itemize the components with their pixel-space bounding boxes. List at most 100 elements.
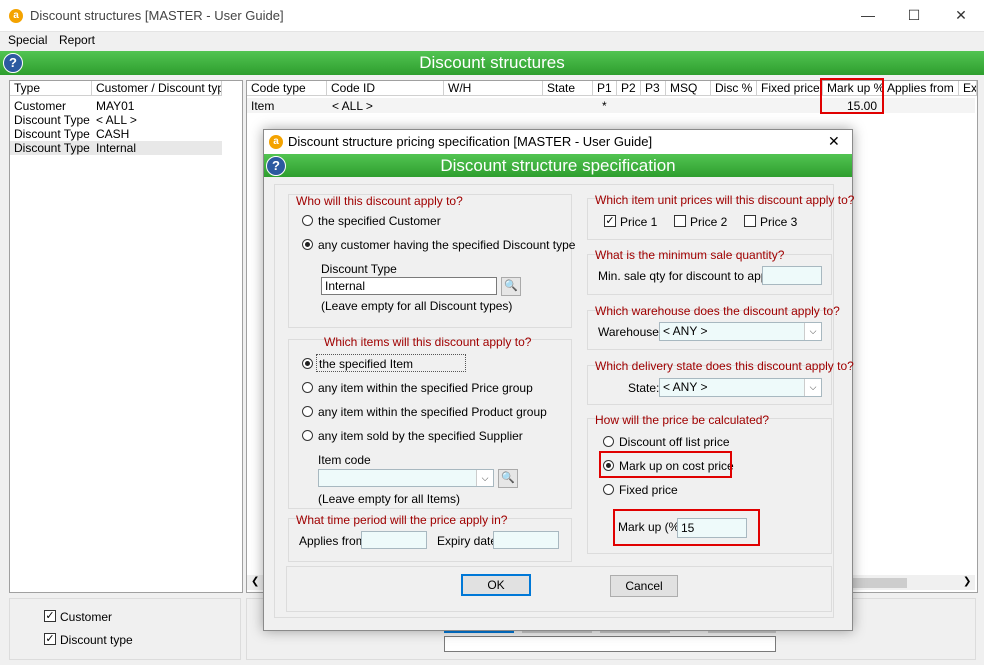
col-header-fixed-price[interactable]: Fixed price	[757, 81, 823, 96]
scroll-right-icon[interactable]: ❯	[963, 576, 971, 587]
radio-price-group[interactable]	[302, 382, 313, 393]
warehouse-value: < ANY >	[663, 324, 708, 338]
dialog-title: Discount structure pricing specification…	[288, 134, 653, 149]
discount-type-checkbox-label: Discount type	[60, 633, 133, 647]
list-item[interactable]: Discount Type	[14, 141, 90, 155]
col-header-disc[interactable]: Disc %	[711, 81, 757, 96]
left-list-panel: Type Customer / Discount type Customer M…	[9, 80, 243, 593]
item-code-hint: (Leave empty for all Items)	[318, 492, 461, 506]
col-header-code-type[interactable]: Code type	[247, 81, 327, 96]
expiry-date-input[interactable]	[493, 531, 559, 549]
help-icon[interactable]: ?	[3, 53, 23, 73]
markup-field-highlight	[613, 509, 760, 546]
discount-type-input[interactable]: Internal	[321, 277, 497, 295]
cell-p1: *	[602, 99, 607, 113]
discount-type-hint: (Leave empty for all Discount types)	[321, 299, 513, 313]
radio-fixed-price[interactable]	[603, 484, 614, 495]
col-header-code-id[interactable]: Code ID	[327, 81, 444, 96]
period-group-title: What time period will the price apply in…	[296, 513, 508, 527]
dialog-help-icon[interactable]: ?	[266, 156, 286, 176]
col-header-p1[interactable]: P1	[593, 81, 617, 96]
cancel-button[interactable]: Cancel	[610, 575, 678, 597]
list-item[interactable]: Customer	[14, 99, 66, 113]
price2-label: Price 2	[690, 215, 728, 229]
state-group-title: Which delivery state does this discount …	[595, 359, 854, 373]
label-discount-type: any customer having the specified Discou…	[318, 238, 576, 252]
label-specified-item: the specified Item	[316, 354, 466, 372]
col-header-type[interactable]: Type	[10, 81, 92, 96]
menu-special[interactable]: Special	[8, 33, 47, 47]
radio-discount-off-list[interactable]	[603, 436, 614, 447]
menu-report[interactable]: Report	[59, 33, 95, 47]
customer-checkbox[interactable]: ✓	[44, 610, 56, 622]
price1-label: Price 1	[620, 215, 658, 229]
dialog-header-bar: Discount structure specification	[264, 154, 852, 177]
cell-code-type: Item	[251, 99, 275, 113]
applies-from-input[interactable]	[361, 531, 427, 549]
radio-supplier[interactable]	[302, 430, 313, 441]
state-combo[interactable]: < ANY > ⌵	[659, 378, 822, 397]
warehouse-group-title: Which warehouse does the discount apply …	[595, 304, 840, 318]
who-group-title: Who will this discount apply to?	[296, 194, 463, 208]
list-item[interactable]: Internal	[96, 141, 136, 155]
label-discount-off-list: Discount off list price	[619, 435, 730, 449]
list-item[interactable]: Discount Type	[14, 127, 90, 141]
state-label: State:	[628, 381, 660, 395]
price3-label: Price 3	[760, 215, 798, 229]
col-header-p3[interactable]: P3	[641, 81, 666, 96]
chevron-down-icon[interactable]: ⌵	[804, 323, 821, 340]
radio-product-group[interactable]	[302, 406, 313, 417]
close-window-icon[interactable]: ✕	[938, 0, 984, 31]
col-header-wh[interactable]: W/H	[444, 81, 543, 96]
dialog-app-logo-icon: a	[269, 135, 283, 149]
list-item[interactable]: < ALL >	[96, 113, 137, 127]
minimize-icon[interactable]: —	[845, 0, 891, 31]
dialog-close-icon[interactable]: ✕	[828, 133, 840, 150]
col-header-p2[interactable]: P2	[617, 81, 641, 96]
price1-checkbox[interactable]: ✓	[604, 215, 616, 227]
radio-discount-type[interactable]	[302, 239, 313, 250]
chevron-down-icon[interactable]: ⌵	[476, 470, 493, 486]
item-code-lookup-icon[interactable]: 🔍	[498, 469, 518, 488]
state-value: < ANY >	[663, 380, 708, 394]
dialog-header-title: Discount structure specification	[440, 156, 676, 175]
item-code-field-label: Item code	[318, 453, 371, 467]
discount-type-checkbox[interactable]: ✓	[44, 633, 56, 645]
col-header-applies-from[interactable]: Applies from	[883, 81, 959, 96]
discount-type-lookup-icon[interactable]: 🔍	[501, 277, 521, 296]
list-item[interactable]: MAY01	[96, 99, 134, 113]
label-price-group: any item within the specified Price grou…	[318, 381, 533, 395]
cell-code-id: < ALL >	[332, 99, 373, 113]
list-item[interactable]: CASH	[96, 127, 129, 141]
filter-box	[9, 598, 241, 660]
pricing-spec-dialog: a Discount structure pricing specificati…	[263, 129, 855, 631]
scroll-left-icon[interactable]: ❮	[251, 576, 259, 587]
chevron-down-icon[interactable]: ⌵	[804, 379, 821, 396]
main-header-title: Discount structures	[419, 53, 565, 72]
warehouse-label: Warehouse:	[598, 325, 663, 339]
app-logo-icon: a	[9, 9, 23, 23]
prices-group-title: Which item unit prices will this discoun…	[595, 193, 855, 207]
label-product-group: any item within the specified Product gr…	[318, 405, 547, 419]
col-header-expiry[interactable]: Ex	[959, 81, 977, 96]
price3-checkbox[interactable]	[744, 215, 756, 227]
items-group-title: Which items will this discount apply to?	[324, 335, 532, 349]
radio-specified-item[interactable]	[302, 358, 313, 369]
min-qty-label: Min. sale qty for discount to apply:	[598, 269, 780, 283]
min-qty-input[interactable]	[762, 266, 822, 285]
list-item[interactable]: Discount Type	[14, 113, 90, 127]
min-qty-group-title: What is the minimum sale quantity?	[595, 248, 785, 262]
customer-checkbox-label: Customer	[60, 610, 113, 624]
radio-specified-customer[interactable]	[302, 215, 313, 226]
markup-option-highlight	[599, 451, 732, 478]
warehouse-combo[interactable]: < ANY > ⌵	[659, 322, 822, 341]
window-title: Discount structures [MASTER - User Guide…	[30, 8, 284, 23]
price2-checkbox[interactable]	[674, 215, 686, 227]
ok-button[interactable]: OK	[461, 574, 531, 596]
col-header-customer[interactable]: Customer / Discount type	[92, 81, 222, 96]
label-supplier: any item sold by the specified Supplier	[318, 429, 523, 443]
col-header-state[interactable]: State	[543, 81, 593, 96]
item-code-combo[interactable]: ⌵	[318, 469, 494, 487]
maximize-icon[interactable]: ☐	[891, 0, 937, 31]
col-header-msq[interactable]: MSQ	[666, 81, 711, 96]
